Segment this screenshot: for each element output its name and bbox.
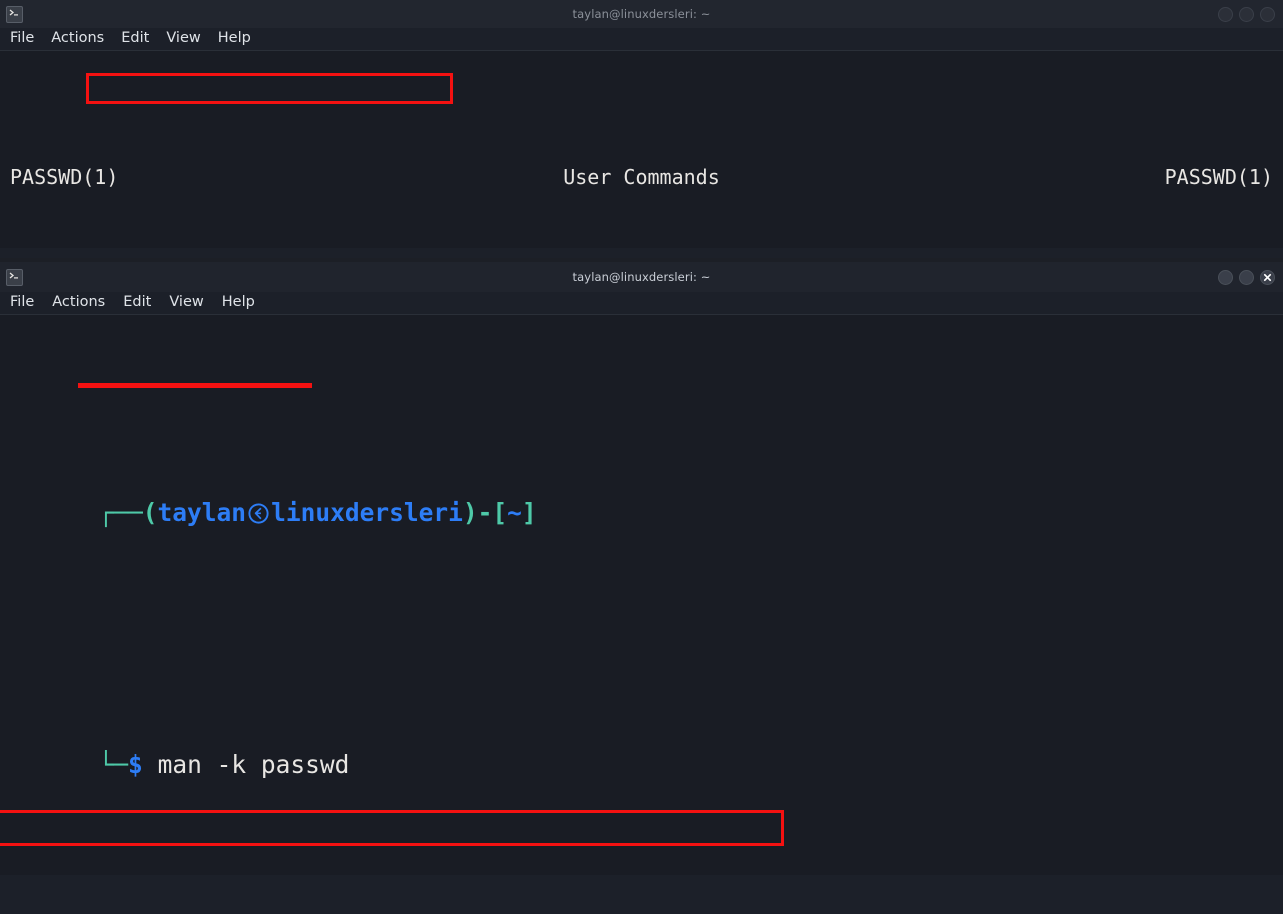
man-header-right: PASSWD(1) <box>1164 165 1273 189</box>
maximize-button[interactable] <box>1239 269 1254 285</box>
prompt-corner-top: ┌── <box>98 498 143 527</box>
close-icon <box>1263 273 1272 281</box>
menu-view[interactable]: View <box>166 30 200 46</box>
menu-edit[interactable]: Edit <box>121 30 149 46</box>
maximize-button[interactable] <box>1239 6 1254 22</box>
terminal-icon <box>6 268 23 286</box>
shell-window-buttons <box>1218 262 1275 292</box>
close-button[interactable] <box>1260 269 1275 285</box>
shell-command-input[interactable]: man -k passwd <box>158 750 350 779</box>
shell-window-title: taylan@linuxdersleri: ~ <box>572 270 711 284</box>
menu-file[interactable]: File <box>10 294 34 310</box>
red-underline-man-k-passwd <box>78 383 312 388</box>
minimize-button[interactable] <box>1218 269 1233 285</box>
man-window-titlebar[interactable]: taylan@linuxdersleri: ~ <box>0 0 1283 28</box>
man-terminal-content[interactable]: PASSWD(1) User Commands PASSWD(1) NAME p… <box>0 51 1283 248</box>
kali-dragon-icon <box>247 499 270 524</box>
menu-actions[interactable]: Actions <box>51 30 104 46</box>
prompt-bracket-open: [ <box>492 498 508 527</box>
menu-actions[interactable]: Actions <box>52 294 105 310</box>
prompt-bracket-close: ] <box>521 498 537 527</box>
menu-view[interactable]: View <box>169 294 203 310</box>
close-button[interactable] <box>1260 6 1275 22</box>
man-window-title: taylan@linuxdersleri: ~ <box>572 7 711 21</box>
prompt-host: linuxdersleri <box>271 498 463 527</box>
menu-file[interactable]: File <box>10 30 34 46</box>
prompt-dollar: $ <box>128 750 143 779</box>
prompt-line-top: ┌──(taylan linuxdersleri)-[~] <box>0 459 1283 567</box>
shell-window: taylan@linuxdersleri: ~ File Actions Edi… <box>0 262 1283 914</box>
minimize-button[interactable] <box>1218 6 1233 22</box>
shell-window-menubar: File Actions Edit View Help <box>0 292 1283 314</box>
man-header-left: PASSWD(1) <box>10 165 119 189</box>
man-page-header: PASSWD(1) User Commands PASSWD(1) <box>0 159 1283 195</box>
menu-edit[interactable]: Edit <box>123 294 151 310</box>
prompt-corner-bottom: └─ <box>98 750 129 779</box>
shell-window-titlebar[interactable]: taylan@linuxdersleri: ~ <box>0 262 1283 292</box>
menu-help[interactable]: Help <box>218 30 251 46</box>
prompt-cwd: ~ <box>507 498 522 527</box>
terminal-icon <box>6 5 23 23</box>
red-highlight-box-name-entry <box>86 73 453 104</box>
prompt-line-command: └─$ man -k passwd <box>0 711 1283 819</box>
prompt-paren-open: ( <box>142 498 158 527</box>
man-page-window: taylan@linuxdersleri: ~ File Actions Edi… <box>0 0 1283 258</box>
menu-help[interactable]: Help <box>222 294 255 310</box>
man-window-menubar: File Actions Edit View Help <box>0 28 1283 50</box>
man-header-center: User Commands <box>563 165 720 189</box>
shell-terminal-content[interactable]: ┌──(taylan linuxdersleri)-[~] └─$ man -k … <box>0 315 1283 875</box>
prompt-paren-close: ) <box>462 498 478 527</box>
man-window-buttons <box>1218 0 1275 28</box>
prompt-user: taylan <box>157 498 247 527</box>
prompt-dash: - <box>477 498 493 527</box>
